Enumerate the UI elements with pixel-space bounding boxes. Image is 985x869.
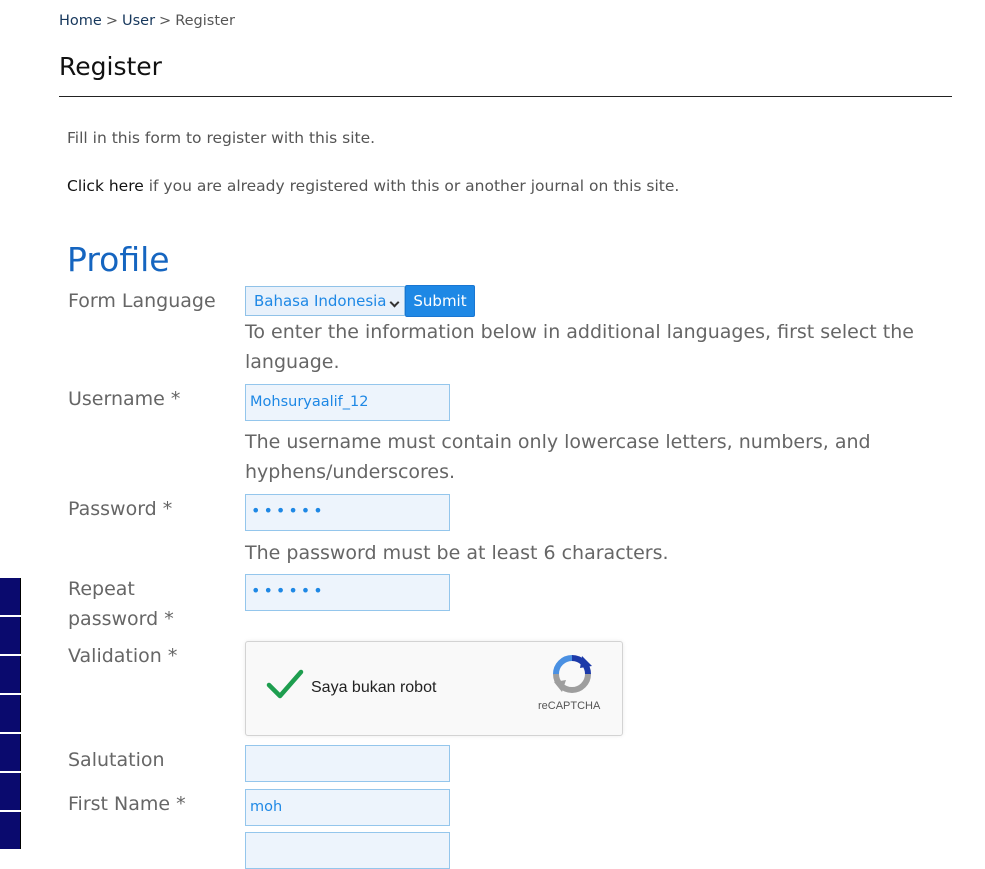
recaptcha-logo-icon: [553, 655, 592, 693]
password-input[interactable]: ••••••: [245, 494, 450, 531]
breadcrumb-current: Register: [175, 13, 235, 29]
username-label: Username *: [68, 388, 181, 410]
page-title: Register: [59, 52, 162, 81]
username-hint: The username must contain only lowercase…: [245, 431, 871, 483]
password-hint: The password must be at least 6 characte…: [245, 542, 669, 564]
chevron-down-icon: [389, 297, 400, 308]
form-language-selected: Bahasa Indonesia: [254, 292, 387, 310]
first-name-label: First Name *: [68, 793, 186, 815]
side-tab[interactable]: [0, 734, 21, 771]
breadcrumb: Home > User > Register: [59, 13, 235, 29]
captcha-label: Saya bukan robot: [311, 679, 437, 696]
side-tab[interactable]: [0, 617, 21, 654]
username-input[interactable]: Mohsuryaalif_12: [245, 384, 450, 421]
repeat-password-label-line2: password *: [68, 608, 174, 630]
login-prompt: Click here if you are already registered…: [67, 177, 679, 195]
intro-text: Fill in this form to register with this …: [67, 129, 376, 147]
breadcrumb-separator: >: [159, 13, 172, 29]
language-submit-button[interactable]: Submit: [405, 285, 475, 317]
repeat-password-label-line1: Repeat: [68, 578, 135, 600]
repeat-password-label: Repeat password *: [68, 574, 174, 634]
form-language-select[interactable]: Bahasa Indonesia: [245, 286, 405, 316]
checkmark-icon[interactable]: [266, 668, 304, 700]
login-prompt-text: if you are already registered with this …: [143, 177, 680, 195]
recaptcha-widget[interactable]: Saya bukan robot reCAPTCHA: [245, 641, 623, 736]
left-side-tabs: [0, 578, 21, 851]
salutation-input[interactable]: [245, 745, 450, 782]
repeat-password-input[interactable]: ••••••: [245, 574, 450, 611]
side-tab[interactable]: [0, 695, 21, 732]
recaptcha-brand: reCAPTCHA: [538, 700, 601, 712]
side-tab[interactable]: [0, 656, 21, 693]
side-tab[interactable]: [0, 812, 21, 849]
salutation-label: Salutation: [68, 749, 165, 771]
form-language-label: Form Language: [68, 290, 216, 312]
profile-section-title: Profile: [67, 240, 170, 279]
click-here-link[interactable]: Click here: [67, 177, 144, 195]
password-label: Password *: [68, 498, 173, 520]
breadcrumb-user-link[interactable]: User: [122, 13, 155, 29]
form-language-hint: To enter the information below in additi…: [245, 321, 914, 373]
title-divider: [59, 96, 952, 97]
validation-label: Validation *: [68, 645, 178, 667]
first-name-input[interactable]: moh: [245, 789, 450, 826]
side-tab[interactable]: [0, 773, 21, 810]
side-tab[interactable]: [0, 578, 21, 615]
breadcrumb-separator: >: [105, 13, 118, 29]
breadcrumb-home-link[interactable]: Home: [59, 13, 102, 29]
